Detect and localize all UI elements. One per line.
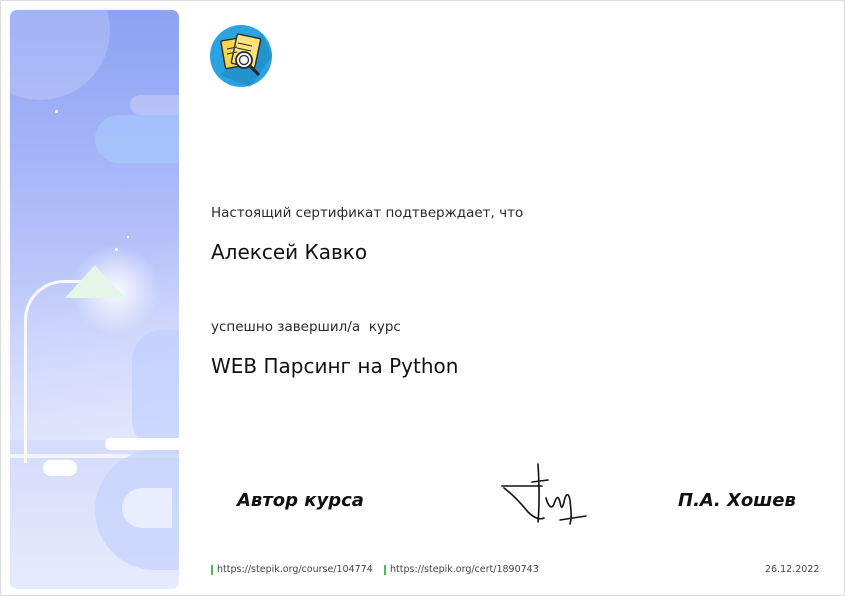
cup-shape <box>43 460 77 476</box>
completion-text: успешно завершил/а курс <box>211 319 401 335</box>
issue-date: 26.12.2022 <box>765 564 820 575</box>
lamp-arm <box>24 280 87 463</box>
decor-cloud <box>95 115 179 163</box>
certificate-intro-text: Настоящий сертификат подтверждает, что <box>211 205 524 221</box>
author-name: П.А. Хошев <box>678 490 796 511</box>
certificate-link[interactable]: https://stepik.org/cert/1890743 <box>384 564 539 575</box>
decor-shape-inner <box>122 488 172 528</box>
star-dot <box>127 236 129 238</box>
author-label: Автор курса <box>237 490 364 511</box>
course-title: WEB Парсинг на Python <box>211 354 459 378</box>
link-marker <box>384 565 386 575</box>
decorative-side-panel <box>10 10 179 589</box>
lampshade <box>65 265 125 298</box>
decor-pill <box>130 95 179 115</box>
decor-circle <box>10 10 110 100</box>
documents-magnifier-icon <box>210 25 272 87</box>
star-dot <box>115 248 118 251</box>
handwritten-signature <box>501 463 587 525</box>
star-dot <box>55 110 58 113</box>
desk-edge <box>105 438 179 450</box>
certificate-link-text: https://stepik.org/cert/1890743 <box>390 564 539 575</box>
recipient-name: Алексей Кавко <box>211 240 368 264</box>
link-marker <box>211 565 213 575</box>
course-link-text: https://stepik.org/course/104774 <box>217 564 373 575</box>
course-link[interactable]: https://stepik.org/course/104774 <box>211 564 373 575</box>
decor-shape <box>132 330 179 450</box>
